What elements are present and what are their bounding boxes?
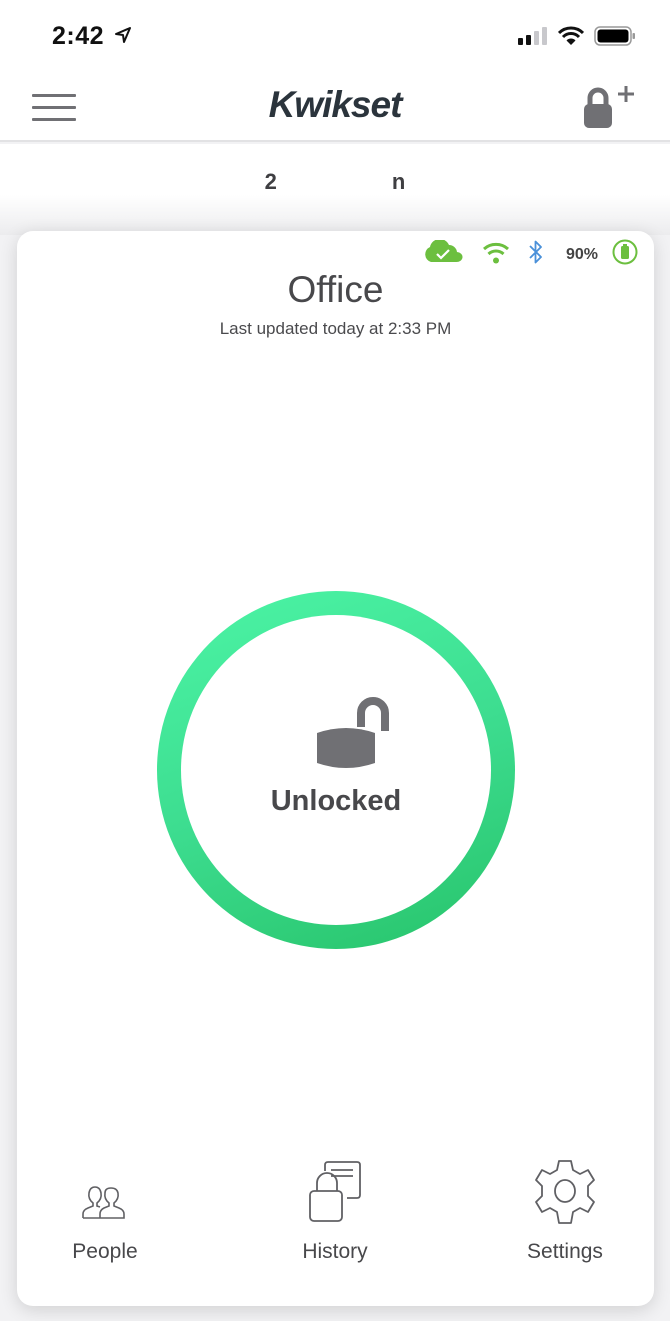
battery-icon xyxy=(594,26,636,51)
people-label: People xyxy=(72,1240,138,1263)
wifi-icon xyxy=(482,240,510,269)
add-lock-icon[interactable] xyxy=(582,84,638,132)
subtitle-fragment-left: 2 xyxy=(264,168,277,194)
subtitle-fragment-right: n xyxy=(391,168,406,194)
wifi-icon xyxy=(557,26,585,51)
status-time: 2:42 xyxy=(52,22,105,50)
settings-button[interactable]: Settings xyxy=(485,1156,645,1264)
card-shadow xyxy=(0,195,670,235)
history-button[interactable]: History xyxy=(255,1156,415,1264)
kwikset-logo: Kwikset xyxy=(268,84,403,125)
people-button[interactable]: People xyxy=(25,1156,185,1264)
location-arrow-icon xyxy=(114,26,132,49)
unlocked-padlock-icon xyxy=(315,697,399,778)
lock-card: 90% Office Last updated today at 2:33 PM… xyxy=(17,231,654,1306)
cloud-check-icon xyxy=(422,238,464,269)
lock-toggle-button[interactable]: Unlocked xyxy=(157,591,515,949)
people-icon xyxy=(82,1185,128,1230)
lock-state: Unlocked xyxy=(270,785,402,817)
cellular-signal-icon xyxy=(518,27,548,50)
battery-icon xyxy=(612,239,638,270)
last-updated: Last updated today at 2:33 PM xyxy=(219,319,452,338)
lock-name: Office xyxy=(287,269,384,310)
settings-label: Settings xyxy=(527,1240,603,1263)
history-icon xyxy=(309,1161,361,1230)
battery-percent: 90% xyxy=(565,245,598,263)
nav-bar: Kwikset xyxy=(0,74,670,142)
status-bar: 2:42 xyxy=(0,0,670,74)
bottom-nav: People History Settings xyxy=(17,1156,654,1306)
bluetooth-icon xyxy=(528,239,544,270)
connection-status: 90% xyxy=(422,238,638,270)
history-label: History xyxy=(302,1240,368,1263)
gear-icon xyxy=(531,1159,599,1230)
